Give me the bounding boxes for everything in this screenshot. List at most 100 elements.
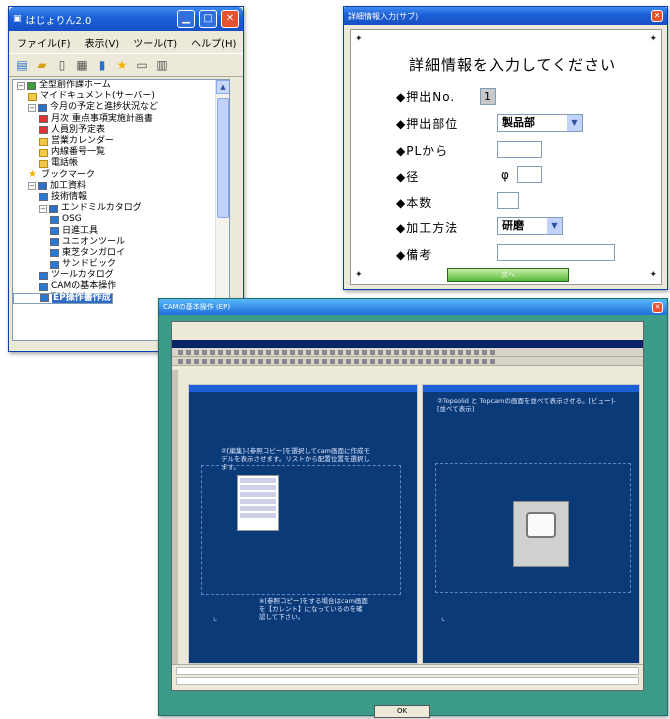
cad-tool-icon[interactable] xyxy=(338,349,343,355)
method-select[interactable]: 研磨 ▼ xyxy=(497,217,563,235)
cad-tool-icon[interactable] xyxy=(394,358,399,364)
notes-field[interactable] xyxy=(497,244,615,261)
cad-tool-icon[interactable] xyxy=(258,358,263,364)
cad-tool-icon[interactable] xyxy=(242,349,247,355)
tree-item[interactable]: OSG xyxy=(13,214,229,225)
cad-tool-icon[interactable] xyxy=(434,349,439,355)
tree-item[interactable]: ツールカタログ xyxy=(13,270,229,281)
cad-tool-icon[interactable] xyxy=(418,358,423,364)
cad-tool-icon[interactable] xyxy=(282,358,287,364)
open-icon[interactable]: ▤ xyxy=(13,56,31,74)
cad-tool-icon[interactable] xyxy=(378,358,383,364)
cad-tool-icon[interactable] xyxy=(458,358,463,364)
tree-item[interactable]: 日進工具 xyxy=(13,225,229,236)
cad-tool-icon[interactable] xyxy=(426,349,431,355)
star-icon[interactable]: ★ xyxy=(113,56,131,74)
close-button[interactable]: ✕ xyxy=(651,10,663,22)
cad-tool-icon[interactable] xyxy=(362,349,367,355)
cad-tool-icon[interactable] xyxy=(370,349,375,355)
cad-tool-icon[interactable] xyxy=(202,358,207,364)
pl-field[interactable] xyxy=(497,141,542,158)
cam-title-bar[interactable]: CAMの基本操作 (EP) ✕ xyxy=(159,299,667,315)
cad-tool-icon[interactable] xyxy=(178,358,183,364)
cad-tool-icon[interactable] xyxy=(378,349,383,355)
cad-tool-icon[interactable] xyxy=(226,358,231,364)
cad-tool-icon[interactable] xyxy=(250,358,255,364)
tree-item[interactable]: サンドビック xyxy=(13,259,229,270)
folder-icon[interactable]: ▰ xyxy=(33,56,51,74)
ok-button[interactable]: OK xyxy=(374,705,430,718)
cad-tool-icon[interactable] xyxy=(322,358,327,364)
cad-tool-icon[interactable] xyxy=(314,358,319,364)
cad-tool-icon[interactable] xyxy=(434,358,439,364)
cad-tool-icon[interactable] xyxy=(410,358,415,364)
book-icon[interactable]: ▮ xyxy=(93,56,111,74)
cad-tool-icon[interactable] xyxy=(346,358,351,364)
tree-item[interactable]: − エンドミルカタログ xyxy=(13,203,229,214)
cad-tool-icon[interactable] xyxy=(482,349,487,355)
tree-item[interactable]: 東芝タンガロイ xyxy=(13,248,229,259)
command-line[interactable] xyxy=(176,667,639,675)
tree-item[interactable]: CAMの基本操作 xyxy=(13,281,229,292)
collapse-icon[interactable]: − xyxy=(28,182,36,191)
cad-tool-icon[interactable] xyxy=(178,349,183,355)
cad-tool-icon[interactable] xyxy=(306,349,311,355)
tree-item[interactable]: EP操作書作成 xyxy=(13,292,113,304)
navigator-title-bar[interactable]: ▣ はじょりん2.0 ▁ □ ✕ xyxy=(9,7,243,31)
cad-tool-icon[interactable] xyxy=(458,349,463,355)
cad-tool-icon[interactable] xyxy=(226,349,231,355)
page-icon[interactable]: ▯ xyxy=(53,56,71,74)
cad-tool-icon[interactable] xyxy=(330,349,335,355)
tree-item[interactable]: − 今月の予定と進捗状況など xyxy=(13,102,229,113)
cad-tool-icon[interactable] xyxy=(290,349,295,355)
tree-item[interactable]: − 加工資料 xyxy=(13,181,229,192)
cad-tool-icon[interactable] xyxy=(290,358,295,364)
cad-tool-icon[interactable] xyxy=(234,349,239,355)
grid-icon[interactable]: ▥ xyxy=(153,56,171,74)
cad-tool-icon[interactable] xyxy=(418,349,423,355)
part-select[interactable]: 製品部 ▼ xyxy=(497,114,583,132)
count-field[interactable] xyxy=(497,192,519,209)
cad-tool-icon[interactable] xyxy=(370,358,375,364)
collapse-icon[interactable]: − xyxy=(39,204,47,213)
cad-tool-icon[interactable] xyxy=(466,349,471,355)
number-field[interactable]: 1 xyxy=(480,88,496,105)
cad-tool-icon[interactable] xyxy=(218,349,223,355)
close-button[interactable]: ✕ xyxy=(652,301,663,313)
cad-tool-icon[interactable] xyxy=(266,358,271,364)
cad-tool-icon[interactable] xyxy=(218,358,223,364)
tree-item[interactable]: 内線番号一覧 xyxy=(13,147,229,158)
cad-tool-icon[interactable] xyxy=(474,358,479,364)
cad-tool-icon[interactable] xyxy=(394,349,399,355)
tree-item[interactable]: 技術情報 xyxy=(13,192,229,203)
cad-tool-icon[interactable] xyxy=(346,349,351,355)
cad-tool-icon[interactable] xyxy=(354,358,359,364)
cad-tool-icon[interactable] xyxy=(314,349,319,355)
cad-tool-icon[interactable] xyxy=(442,358,447,364)
close-button[interactable]: ✕ xyxy=(221,10,239,28)
cad-tool-icon[interactable] xyxy=(258,349,263,355)
tree-item[interactable]: 営業カレンダー xyxy=(13,136,229,147)
cad-tool-icon[interactable] xyxy=(490,358,495,364)
cad-tool-icon[interactable] xyxy=(410,349,415,355)
tree-item[interactable]: マイドキュメント(サーバー) xyxy=(13,91,229,102)
tree-item[interactable]: 人員別予定表 xyxy=(13,125,229,136)
cad-tool-icon[interactable] xyxy=(202,349,207,355)
scroll-thumb[interactable] xyxy=(217,98,229,218)
cad-tool-icon[interactable] xyxy=(402,358,407,364)
detail-title-bar[interactable]: 詳細情報入力(サブ) ✕ xyxy=(344,7,667,25)
cad-tool-icon[interactable] xyxy=(442,349,447,355)
cad-tool-icon[interactable] xyxy=(298,358,303,364)
cad-tool-icon[interactable] xyxy=(274,358,279,364)
cad-tool-icon[interactable] xyxy=(322,349,327,355)
maximize-button[interactable]: □ xyxy=(199,10,217,28)
cad-tool-icon[interactable] xyxy=(250,349,255,355)
cad-tool-icon[interactable] xyxy=(490,349,495,355)
cad-tool-icon[interactable] xyxy=(194,349,199,355)
cad-tool-icon[interactable] xyxy=(186,349,191,355)
cad-tool-icon[interactable] xyxy=(210,358,215,364)
cad-tool-icon[interactable] xyxy=(474,349,479,355)
cad-tool-icon[interactable] xyxy=(298,349,303,355)
tree-item[interactable]: − 全型創作課ホーム xyxy=(13,80,229,91)
cad-tool-icon[interactable] xyxy=(402,349,407,355)
